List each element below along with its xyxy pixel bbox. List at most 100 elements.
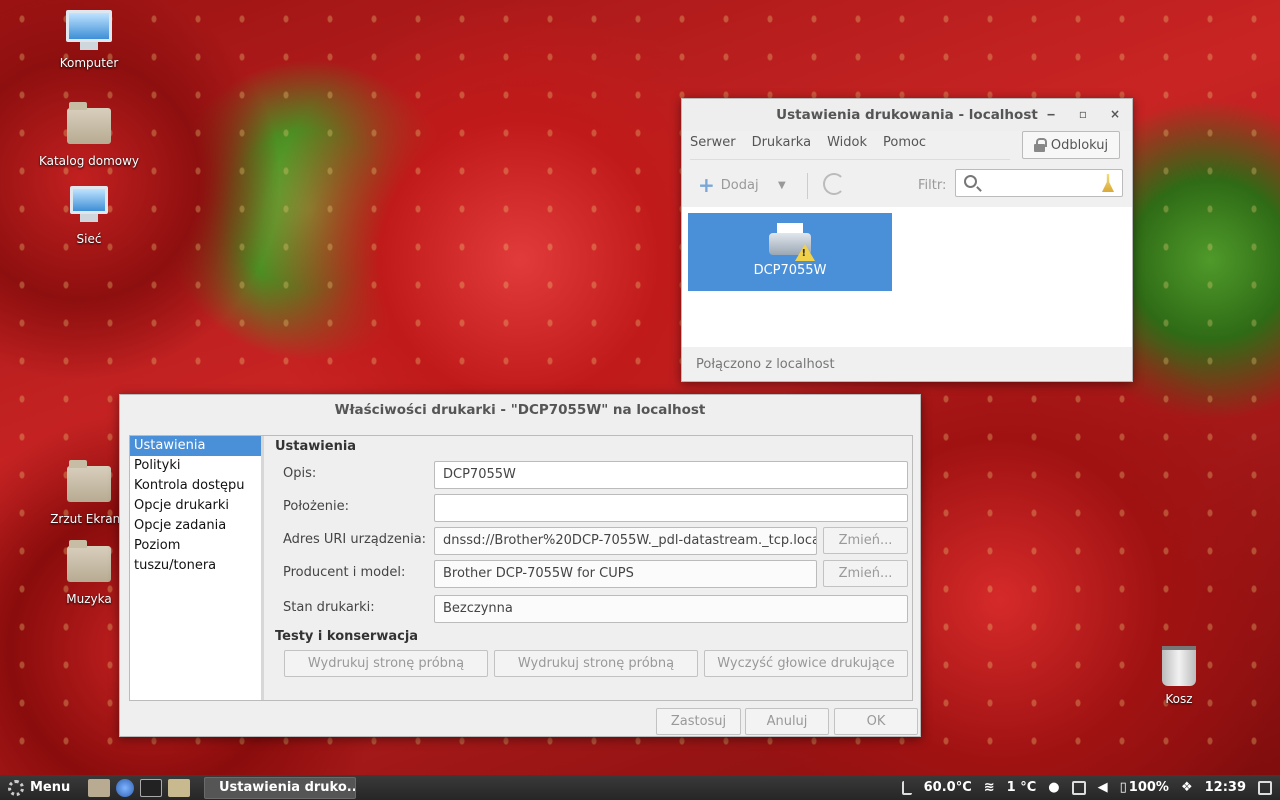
folder-icon: [65, 540, 113, 590]
settings-heading: Ustawienia: [275, 439, 357, 454]
desktop-icon-label: Katalog domowy: [38, 154, 140, 168]
plus-icon: +: [698, 173, 715, 197]
sidebar-item-kontrola-dostepu[interactable]: Kontrola dostępu: [130, 476, 261, 496]
print-test-page-button[interactable]: Wydrukuj stronę próbną: [284, 650, 488, 677]
weather-temperature: 1 °C: [1006, 780, 1037, 795]
properties-sidebar: Ustawienia Polityki Kontrola dostępu Opc…: [130, 436, 264, 700]
menu-pomoc[interactable]: Pomoc: [883, 135, 926, 150]
unlock-label: Odblokuj: [1050, 137, 1109, 153]
print-settings-window: Ustawienia drukowania - localhost ‒ ▫ × …: [681, 98, 1133, 382]
system-tray: 60.0°C ≋ 1 °C ● ◀ ▯ 100% ❖ 12:39: [901, 775, 1280, 800]
device-uri-field[interactable]: dnssd://Brother%20DCP-7055W._pdl-datastr…: [434, 527, 817, 555]
dropbox-icon[interactable]: ❖: [1181, 780, 1193, 795]
menu-drukarka[interactable]: Drukarka: [752, 135, 811, 150]
status-bar: Połączono z localhost: [682, 347, 1132, 381]
location-label: Położenie:: [283, 499, 350, 514]
window-titlebar[interactable]: Ustawienia drukowania - localhost ‒ ▫ ×: [682, 99, 1132, 131]
toolbar: + Dodaj ▼ Filtr:: [682, 163, 1132, 207]
refresh-icon[interactable]: [823, 173, 845, 195]
menubar: Serwer Drukarka Widok Pomoc: [690, 135, 926, 150]
cpu-temperature: 60.0°C: [923, 780, 972, 795]
home-folder-icon: [65, 102, 113, 152]
start-menu-button[interactable]: Menu: [0, 779, 82, 796]
window-list-icon[interactable]: [1071, 780, 1086, 795]
desktop-icon-label: Komputer: [59, 56, 119, 70]
tests-heading: Testy i konserwacja: [275, 629, 419, 644]
ok-button[interactable]: OK: [834, 708, 918, 735]
terminal-launcher-icon[interactable]: [140, 778, 162, 797]
printer-properties-dialog: Właściwości drukarki - "DCP7055W" na loc…: [119, 394, 921, 737]
weather-icon[interactable]: ≋: [984, 780, 995, 795]
task-label: Ustawienia druko...: [219, 780, 356, 795]
window-title: Ustawienia drukowania - localhost: [776, 107, 1038, 123]
gear-icon: [8, 779, 24, 796]
desktop-icon-computer[interactable]: Komputer: [34, 10, 144, 70]
add-printer-button[interactable]: + Dodaj: [698, 175, 759, 195]
computer-icon: [65, 10, 113, 54]
properties-body: Ustawienia Polityki Kontrola dostępu Opc…: [129, 435, 913, 701]
printer-state-label: Stan drukarki:: [283, 600, 375, 615]
sidebar-item-polityki[interactable]: Polityki: [130, 456, 261, 476]
description-field[interactable]: DCP7055W: [434, 461, 908, 489]
desktop-icon-label: Kosz: [1165, 692, 1193, 706]
sidebar-item-poziom-tuszu[interactable]: Poziom tuszu/tonera: [130, 536, 261, 573]
device-uri-label: Adres URI urządzenia:: [283, 532, 427, 547]
sidebar-item-ustawienia[interactable]: Ustawienia: [130, 436, 261, 456]
sidebar-item-opcje-drukarki[interactable]: Opcje drukarki: [130, 496, 261, 516]
trash-icon: [1155, 646, 1203, 690]
unlock-button[interactable]: Odblokuj: [1022, 131, 1120, 159]
search-icon: [964, 175, 977, 188]
printer-icon: !: [767, 223, 815, 261]
lock-icon: [1033, 138, 1047, 152]
desktop-icon-label: Sieć: [76, 232, 102, 246]
make-model-label: Producent i model:: [283, 565, 406, 580]
clean-print-heads-button[interactable]: Wyczyść głowice drukujące: [704, 650, 908, 677]
taskbar-task-print-settings[interactable]: Ustawienia druko...: [204, 776, 356, 799]
taskbar: Menu Ustawienia druko... 60.0°C ≋ 1 °C ●…: [0, 775, 1280, 800]
desktop-icon-trash[interactable]: Kosz: [1124, 646, 1234, 706]
clock[interactable]: 12:39: [1205, 780, 1246, 795]
change-uri-button[interactable]: Zmień...: [823, 527, 908, 554]
apply-button[interactable]: Zastosuj: [656, 708, 741, 735]
maximize-icon[interactable]: ▫: [1074, 107, 1092, 121]
dialog-titlebar[interactable]: Właściwości drukarki - "DCP7055W" na loc…: [120, 395, 920, 425]
menu-widok[interactable]: Widok: [827, 135, 867, 150]
add-label: Dodaj: [720, 177, 759, 193]
file-manager-launcher-icon[interactable]: [88, 778, 110, 797]
menu-label: Menu: [30, 780, 71, 795]
folder-launcher-icon[interactable]: [168, 778, 190, 797]
printer-item-dcp7055w[interactable]: ! DCP7055W: [688, 213, 892, 291]
menu-serwer[interactable]: Serwer: [690, 135, 736, 150]
make-model-field[interactable]: Brother DCP-7055W for CUPS: [434, 560, 817, 588]
status-text: Połączono z localhost: [696, 356, 835, 372]
volume-icon[interactable]: ◀: [1098, 780, 1108, 795]
close-icon[interactable]: ×: [1106, 107, 1124, 121]
add-dropdown-chevron-icon[interactable]: ▼: [778, 180, 786, 191]
user-icon[interactable]: ●: [1048, 780, 1059, 795]
description-label: Opis:: [283, 466, 317, 481]
printer-name: DCP7055W: [753, 263, 827, 278]
change-model-button[interactable]: Zmień...: [823, 560, 908, 587]
battery-icon[interactable]: ▯: [1120, 780, 1127, 795]
folder-icon: [65, 460, 113, 510]
desktop-icon-network[interactable]: Sieć: [34, 186, 144, 246]
keyboard-layout-icon[interactable]: [901, 780, 912, 795]
cancel-button[interactable]: Anuluj: [745, 708, 829, 735]
clear-filter-icon[interactable]: [1102, 174, 1114, 192]
show-desktop-icon[interactable]: [1258, 780, 1272, 795]
location-field[interactable]: [434, 494, 908, 522]
printer-state-field: Bezczynna: [434, 595, 908, 623]
minimize-icon[interactable]: ‒: [1042, 107, 1060, 121]
menubar-divider: [690, 159, 1010, 160]
settings-pane: Ustawienia Opis: DCP7055W Położenie: Adr…: [267, 436, 912, 700]
printers-view: ! DCP7055W: [682, 207, 1132, 347]
dialog-title: Właściwości drukarki - "DCP7055W" na loc…: [334, 402, 706, 418]
filter-input[interactable]: [955, 169, 1123, 197]
sidebar-item-opcje-zadania[interactable]: Opcje zadania: [130, 516, 261, 536]
desktop-icon-home[interactable]: Katalog domowy: [34, 102, 144, 168]
filter-label: Filtr:: [918, 177, 947, 193]
battery-level: 100%: [1128, 780, 1169, 795]
toolbar-separator: [807, 173, 808, 199]
browser-launcher-icon[interactable]: [116, 778, 134, 797]
print-self-test-page-button[interactable]: Wydrukuj stronę próbną: [494, 650, 698, 677]
